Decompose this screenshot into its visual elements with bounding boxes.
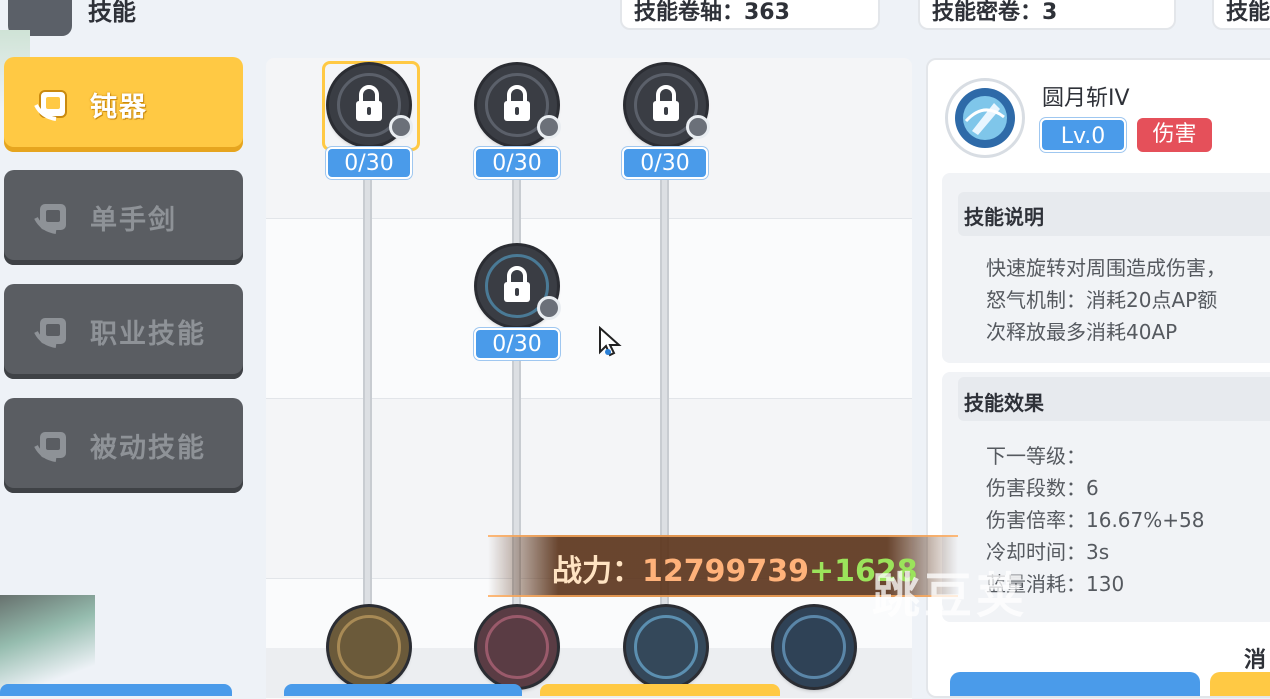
skill-level: Lv.0 xyxy=(1040,118,1126,152)
tab-passive-skills[interactable]: 被动技能 xyxy=(4,398,243,493)
skill-node-3[interactable] xyxy=(626,65,710,145)
tab-label: 单手剑 xyxy=(90,205,177,236)
skill-node-2[interactable] xyxy=(477,65,561,145)
tab-label: 钝器 xyxy=(90,92,148,123)
description-header: 技能说明 xyxy=(964,205,1044,229)
skill-book-icon xyxy=(32,198,72,238)
tab-class-skills[interactable]: 职业技能 xyxy=(4,284,243,379)
skill-scroll-counter: 技能卷轴：363 xyxy=(620,0,880,30)
combat-power-label: 战力： xyxy=(552,554,642,589)
combat-power-value: 12799739 xyxy=(642,554,809,589)
tab-label: 被动技能 xyxy=(90,433,206,464)
skill-node-7[interactable] xyxy=(626,607,706,687)
cursor-icon xyxy=(599,326,622,357)
page-title: 技能 xyxy=(88,0,136,26)
lock-icon xyxy=(356,85,382,121)
tree-connector xyxy=(363,178,372,618)
watermark: 跳豆荚 xyxy=(872,568,1029,624)
skill-node-8[interactable] xyxy=(774,607,854,687)
upgrade-button[interactable] xyxy=(950,672,1200,696)
effect-line: 下一等级： xyxy=(986,444,1086,468)
lock-icon xyxy=(653,85,679,121)
skill-book-icon xyxy=(32,312,72,352)
lock-icon xyxy=(504,266,530,302)
tab-label: 职业技能 xyxy=(90,319,206,350)
effect-header: 技能效果 xyxy=(964,391,1044,415)
skill-book-icon xyxy=(32,85,72,125)
character-art-bottom xyxy=(0,595,95,692)
skill-node-6[interactable] xyxy=(477,607,557,687)
secret-scroll-counter: 技能密卷：3 xyxy=(918,0,1176,30)
effect-line: 伤害倍率：16.67%+58 xyxy=(986,508,1205,532)
secondary-button[interactable] xyxy=(1210,672,1270,696)
skill-level-badge: 0/30 xyxy=(326,147,412,179)
bottom-button-3[interactable] xyxy=(540,684,780,696)
skill-level-badge: 0/30 xyxy=(622,147,708,179)
skill-level-badge: 0/30 xyxy=(474,328,560,360)
skill-icon xyxy=(945,78,1025,158)
skill-book-icon xyxy=(32,426,72,466)
tab-blunt-weapon[interactable]: 钝器 xyxy=(4,57,243,152)
combat-power: 战力：12799739+1628 xyxy=(552,546,918,590)
lock-icon xyxy=(504,85,530,121)
skill-level-badge: 0/30 xyxy=(474,147,560,179)
bottom-button-1[interactable] xyxy=(0,684,232,696)
description-line: 怒气机制：消耗20点AP额 xyxy=(986,288,1218,312)
description-line: 次释放最多消耗40AP xyxy=(986,320,1178,344)
skill-type-tag: 伤害 xyxy=(1137,118,1212,152)
consume-label: 消 xyxy=(1244,648,1267,673)
skill-name: 圆月斩IV xyxy=(1042,86,1130,111)
skill-node-5[interactable] xyxy=(329,607,409,687)
tab-one-hand-sword[interactable]: 单手剑 xyxy=(4,170,243,265)
skill-node-4[interactable] xyxy=(477,246,561,326)
bottom-button-2[interactable] xyxy=(284,684,522,696)
resource-counter-3: 技能 xyxy=(1212,0,1270,30)
effect-line: 伤害段数：6 xyxy=(986,476,1099,500)
description-line: 快速旋转对周围造成伤害， xyxy=(986,256,1226,280)
skill-node-1[interactable] xyxy=(329,65,413,145)
